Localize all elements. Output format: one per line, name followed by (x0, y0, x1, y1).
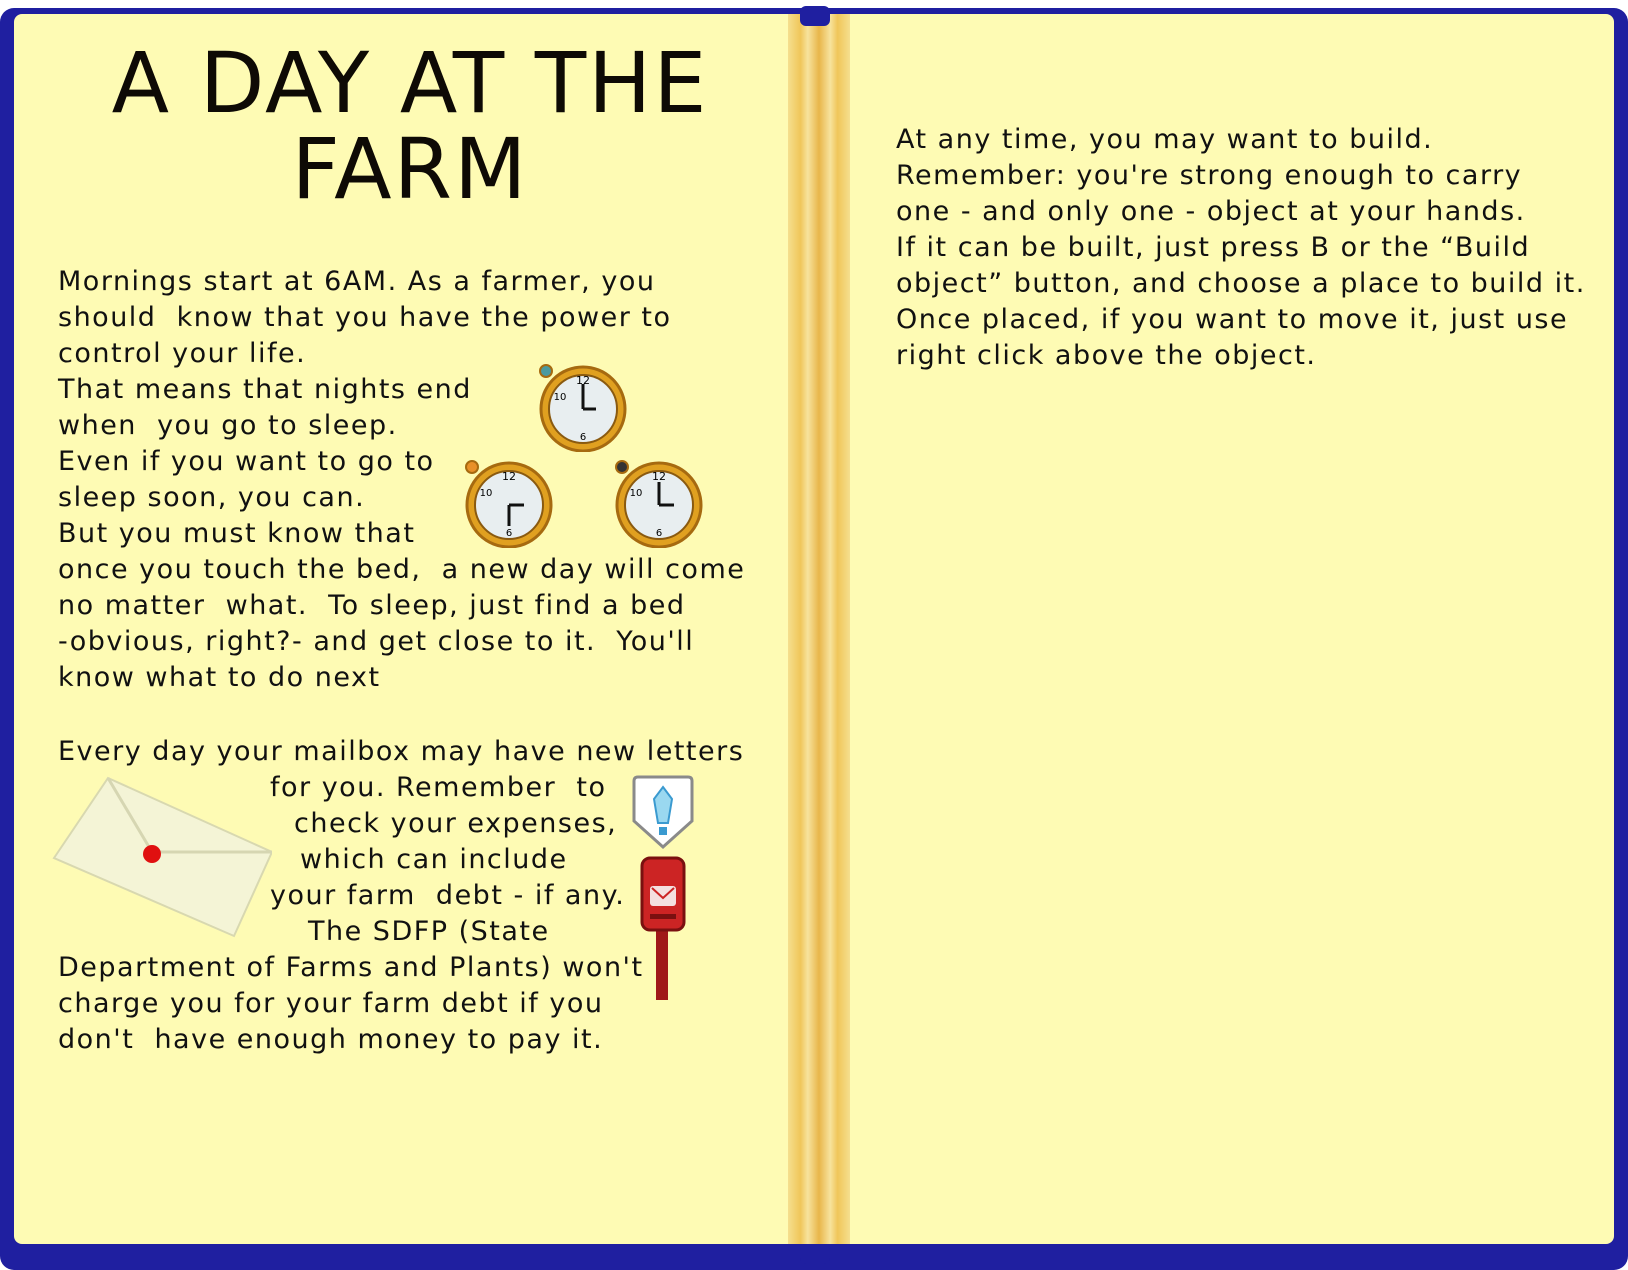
svg-text:6: 6 (656, 528, 662, 539)
text-line: don't have enough money to pay it. (58, 1024, 604, 1055)
clock-icon: 12 10 6 (465, 460, 553, 548)
spine-bottom-knob (800, 1244, 830, 1264)
text-line: your farm debt - if any. (270, 880, 626, 911)
mailbox-icon (640, 856, 686, 1000)
title-line-2: FARM (291, 120, 529, 218)
svg-text:6: 6 (580, 432, 586, 443)
text-line: sleep soon, you can. (58, 482, 366, 513)
text-line: If it can be built, just press B or the … (896, 232, 1531, 263)
text-line: know what to do next (58, 662, 381, 693)
envelope-icon (52, 776, 272, 938)
text-line: right click above the object. (896, 340, 1317, 371)
svg-text:10: 10 (554, 392, 567, 403)
svg-text:6: 6 (506, 528, 512, 539)
text-line: should know that you have the power to (58, 302, 672, 333)
text-line: But you must know that (58, 518, 416, 549)
text-line: when you go to sleep. (58, 410, 398, 441)
page-title: A DAY AT THE FARM (60, 40, 760, 212)
svg-text:10: 10 (630, 488, 643, 499)
text-line: charge you for your farm debt if you (58, 988, 604, 1019)
title-line-1: A DAY AT THE (111, 34, 709, 132)
spine-top-knob (800, 6, 830, 26)
text-line: check your expenses, (294, 808, 618, 839)
text-line: Once placed, if you want to move it, jus… (896, 304, 1569, 335)
text-line: Even if you want to go to (58, 446, 435, 477)
text-line: Department of Farms and Plants) won't (58, 952, 644, 983)
text-line: Mornings start at 6AM. As a farmer, you (58, 266, 656, 297)
text-line: no matter what. To sleep, just find a be… (58, 590, 686, 621)
svg-text:12: 12 (652, 470, 666, 483)
text-line: Remember: you're strong enough to carry (896, 160, 1523, 191)
text-line: That means that nights end (58, 374, 472, 405)
text-line: At any time, you may want to build. (896, 124, 1434, 155)
text-line: for you. Remember to (270, 772, 607, 803)
text-line: once you touch the bed, a new day will c… (58, 554, 746, 585)
text-line: -obvious, right?- and get close to it. Y… (58, 626, 695, 657)
svg-text:12: 12 (576, 374, 590, 387)
text-line: object” button, and choose a place to bu… (896, 268, 1586, 299)
text-line: The SDFP (State (308, 916, 550, 947)
svg-text:12: 12 (502, 470, 516, 483)
clock-icon: 12 10 6 (615, 460, 703, 548)
text-line: one - and only one - object at your hand… (896, 196, 1526, 227)
svg-text:10: 10 (480, 488, 493, 499)
clock-icon: 12 10 6 (539, 364, 627, 452)
text-line: Every day your mailbox may have new lett… (58, 736, 745, 767)
book-spine (788, 14, 850, 1244)
text-line: control your life. (58, 338, 307, 369)
gem-bubble-icon (632, 775, 694, 850)
text-line: which can include (300, 844, 568, 875)
